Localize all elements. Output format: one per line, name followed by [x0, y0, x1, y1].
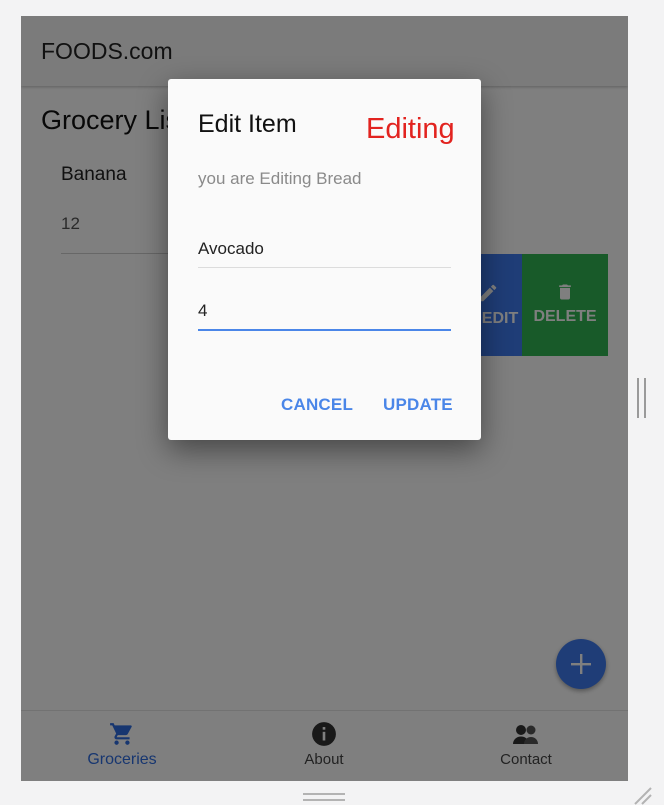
resize-handle[interactable] [303, 793, 345, 801]
scrollbar-handle[interactable] [637, 378, 646, 418]
app-window: FOODS.com Grocery List Banana 12 EDIT DE… [21, 16, 628, 781]
editing-annotation: Editing [366, 113, 455, 145]
dialog-title: Edit Item [198, 110, 297, 138]
cancel-button[interactable]: CANCEL [281, 395, 353, 415]
update-button[interactable]: UPDATE [383, 395, 453, 415]
resize-corner-icon[interactable] [632, 785, 652, 805]
item-name-input[interactable] [198, 231, 451, 268]
dialog-message: you are Editing Bread [198, 169, 362, 188]
item-quantity-input[interactable] [198, 293, 451, 331]
